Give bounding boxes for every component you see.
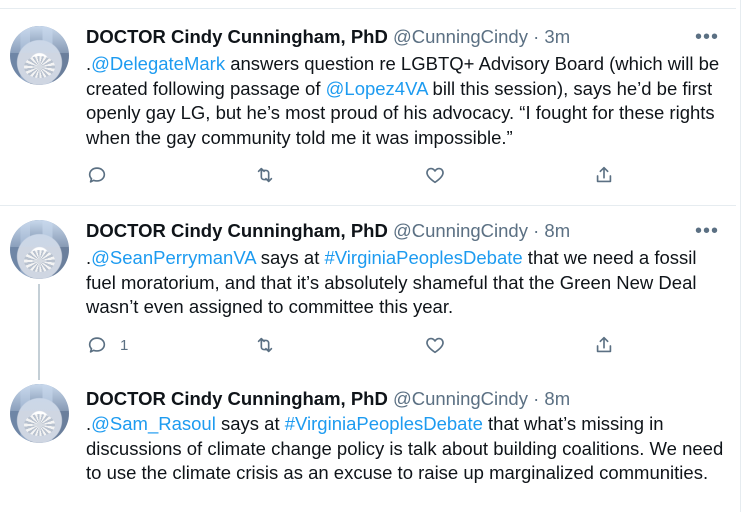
share-icon	[596, 336, 612, 353]
share-button[interactable]	[593, 162, 615, 188]
like-icon	[426, 167, 444, 184]
reply-button[interactable]	[86, 162, 120, 188]
tweet-text: .@Sam_Rasoul says at #VirginiaPeoplesDeb…	[86, 412, 726, 486]
hashtag-link[interactable]: #VirginiaPeoplesDebate	[325, 247, 523, 268]
avatar[interactable]	[10, 384, 69, 443]
avatar[interactable]	[10, 26, 69, 85]
author-name[interactable]: DOCTOR Cindy Cunningham, PhD	[86, 388, 388, 409]
share-button[interactable]	[593, 332, 615, 358]
tweet-header: DOCTOR Cindy Cunningham, PhD @CunningCin…	[86, 388, 570, 410]
tweet-header: DOCTOR Cindy Cunningham, PhD @CunningCin…	[86, 26, 570, 48]
like-button[interactable]	[424, 162, 446, 188]
mention-link[interactable]: @Lopez4VA	[326, 78, 428, 99]
separator-dot: ·	[533, 388, 540, 409]
timestamp[interactable]: 3m	[544, 26, 570, 47]
mention-link[interactable]: @DelegateMark	[91, 53, 225, 74]
tweet-text: .@DelegateMark answers question re LGBTQ…	[86, 52, 726, 150]
author-handle[interactable]: @CunningCindy	[393, 26, 528, 47]
timestamp[interactable]: 8m	[544, 388, 570, 409]
tweet-header: DOCTOR Cindy Cunningham, PhD @CunningCin…	[86, 220, 570, 242]
more-options-icon[interactable]: •••	[695, 221, 719, 241]
timestamp[interactable]: 8m	[544, 220, 570, 241]
tweet-text: .@SeanPerrymanVA says at #VirginiaPeople…	[86, 246, 726, 320]
retweet-icon	[257, 337, 273, 353]
tweet-1[interactable]: DOCTOR Cindy Cunningham, PhD @CunningCin…	[0, 0, 736, 205]
author-name[interactable]: DOCTOR Cindy Cunningham, PhD	[86, 26, 388, 47]
separator-dot: ·	[533, 26, 540, 47]
author-handle[interactable]: @CunningCindy	[393, 220, 528, 241]
retweet-button[interactable]	[254, 162, 276, 188]
retweet-icon	[257, 167, 273, 183]
tweet-2[interactable]: DOCTOR Cindy Cunningham, PhD @CunningCin…	[0, 206, 736, 380]
avatar[interactable]	[10, 220, 69, 279]
reply-icon	[88, 167, 106, 183]
more-options-icon[interactable]: •••	[695, 27, 719, 47]
like-icon	[426, 337, 444, 354]
mention-link[interactable]: @Sam_Rasoul	[91, 413, 216, 434]
reply-count: 1	[120, 336, 129, 354]
share-icon	[596, 166, 612, 183]
thread-connector	[38, 284, 40, 380]
timeline-border	[740, 0, 741, 512]
text-segment: says at	[255, 247, 325, 268]
tweet-actions	[86, 162, 626, 188]
like-button[interactable]	[424, 332, 446, 358]
text-segment: says at	[215, 413, 285, 434]
author-name[interactable]: DOCTOR Cindy Cunningham, PhD	[86, 220, 388, 241]
author-handle[interactable]: @CunningCindy	[393, 388, 528, 409]
mention-link[interactable]: @SeanPerrymanVA	[91, 247, 255, 268]
tweet-actions: 1	[86, 332, 626, 358]
reply-button[interactable]: 1	[86, 332, 128, 358]
retweet-button[interactable]	[254, 332, 276, 358]
hashtag-link[interactable]: #VirginiaPeoplesDebate	[285, 413, 483, 434]
tweet-3[interactable]: DOCTOR Cindy Cunningham, PhD @CunningCin…	[0, 376, 736, 512]
separator-dot: ·	[533, 220, 540, 241]
reply-icon	[88, 337, 106, 353]
